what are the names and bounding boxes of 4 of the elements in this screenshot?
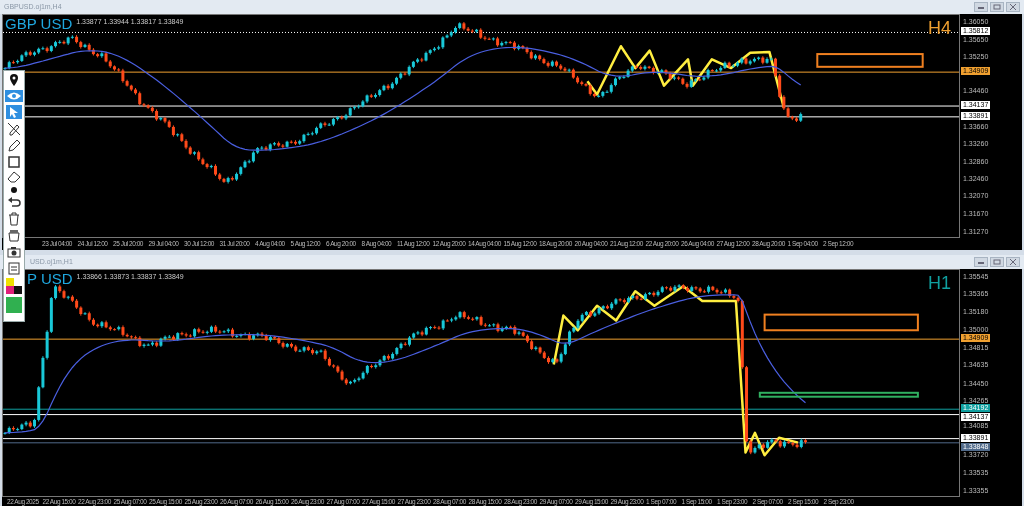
symbol-label: P USD [27,271,73,286]
timeframe-label: H1 [928,274,951,292]
symbol-label: GBP USD [5,16,73,31]
timeframe-label: H4 [928,19,951,37]
